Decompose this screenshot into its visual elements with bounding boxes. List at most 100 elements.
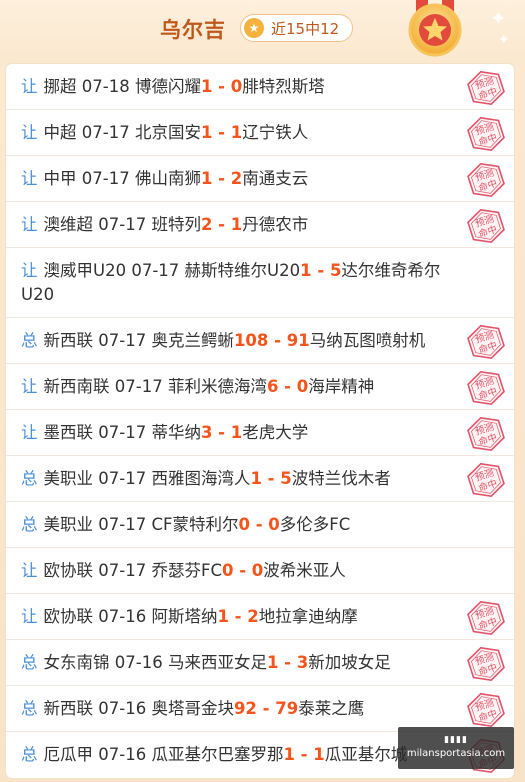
home-team: 佛山南狮 [134, 169, 201, 188]
record-badge: ★ 近15中12 [240, 14, 353, 42]
prediction-type: 让 [21, 561, 38, 580]
list-item[interactable]: 让中超 07-17 北京国安1 - 1辽宁铁人 预测 命中 [6, 110, 514, 156]
home-score: 1 [300, 261, 312, 280]
away-score: 91 [286, 331, 310, 350]
watermark: ▮▮▮▮ milansportasia.com [398, 727, 514, 769]
away-team: 老虎大学 [242, 423, 309, 442]
home-score: 108 [233, 331, 269, 350]
list-item[interactable]: 让中甲 07-17 佛山南狮1 - 2南通支云 预测 命中 [6, 156, 514, 202]
hit-stamp-icon: 预测命中 [467, 162, 505, 198]
watermark-text: milansportasia.com [406, 748, 506, 759]
home-score: 1 [250, 469, 262, 488]
prediction-type: 让 [21, 377, 38, 396]
home-team: CF蒙特利尔 [151, 515, 239, 534]
list-item[interactable]: 总美职业 07-17 CF蒙特利尔0 - 0多伦多FC [6, 502, 514, 548]
match-date: 07-16 [114, 653, 163, 672]
league-name: 欧协联 [43, 607, 94, 626]
away-score: 0 [230, 77, 243, 96]
match-date: 07-17 [98, 331, 147, 350]
hit-stamp-icon: 预测命中 [467, 116, 505, 152]
away-team: 南通支云 [242, 169, 309, 188]
list-item[interactable]: 总美职业 07-17 西雅图海湾人1 - 5波特兰伐木者 预测 命中 [6, 456, 514, 502]
match-list: 让挪超 07-18 博德闪耀1 - 0腓特烈斯塔 预测 命中让中超 07-17 北京… [6, 64, 514, 778]
home-score: 92 [233, 699, 257, 718]
list-item[interactable]: 总新西联 07-16 奥塔哥金块92 - 79泰莱之鹰 预测 命中 [6, 686, 514, 732]
score-separator: - [249, 515, 269, 534]
home-team: 赫斯特维尔U20 [184, 261, 301, 280]
hit-stamp-icon: 预测命中 [467, 462, 505, 498]
score-separator: - [228, 607, 248, 626]
home-team: 乔瑟芬FC [151, 561, 222, 580]
home-team: 奥克兰鳄蜥 [151, 331, 234, 350]
match-date: 07-17 [98, 561, 147, 580]
list-item[interactable]: 总女东南锦 07-16 马来西亚女足1 - 3新加坡女足 预测 命中 [6, 640, 514, 686]
prediction-type: 总 [21, 469, 38, 488]
league-name: 墨西联 [43, 423, 94, 442]
expert-name: 乌尔吉 [160, 18, 226, 42]
home-score: 0 [238, 515, 250, 534]
match-date: 07-17 [98, 469, 147, 488]
sparkle-icon: ✦ [498, 32, 510, 48]
hit-stamp-icon: 预测命中 [467, 692, 505, 728]
home-score: 3 [200, 423, 213, 442]
list-item[interactable]: 让欧协联 07-16 阿斯塔纳1 - 2地拉拿迪纳摩 预测 命中 [6, 594, 514, 640]
match-date: 07-17 [81, 123, 130, 142]
league-name: 美职业 [43, 469, 94, 488]
home-team: 西雅图海湾人 [151, 469, 251, 488]
league-name: 美职业 [43, 515, 94, 534]
away-score: 79 [275, 699, 299, 718]
prediction-type: 总 [21, 653, 38, 672]
league-name: 澳威甲U20 [43, 261, 127, 280]
prediction-type: 让 [21, 215, 38, 234]
league-name: 厄瓜甲 [43, 745, 94, 764]
home-score: 1 [217, 607, 229, 626]
away-team: 泰莱之鹰 [298, 699, 365, 718]
home-score: 1 [283, 745, 295, 764]
home-team: 博德闪耀 [134, 77, 201, 96]
list-item[interactable]: 让欧协联 07-17 乔瑟芬FC0 - 0波希米亚人 [6, 548, 514, 594]
list-item[interactable]: 让新西南联 07-17 菲利米德海湾6 - 0海岸精神 预测 命中 [6, 364, 514, 410]
score-separator: - [212, 123, 231, 142]
away-score: 0 [251, 561, 264, 580]
prediction-type: 总 [21, 745, 38, 764]
match-date: 07-17 [131, 261, 180, 280]
list-item[interactable]: 总新西联 07-17 奥克兰鳄蜥108 - 91马纳瓦图喷射机 预测 命中 [6, 318, 514, 364]
home-team: 北京国安 [134, 123, 201, 142]
away-score: 3 [296, 653, 309, 672]
match-date: 07-16 [98, 745, 147, 764]
away-team: 波希米亚人 [263, 561, 346, 580]
hit-stamp-icon: 预测命中 [467, 324, 505, 360]
record-text: 近15中12 [271, 20, 340, 38]
away-score: 2 [247, 607, 259, 626]
hit-stamp-icon: 预测命中 [467, 370, 505, 406]
away-score: 5 [329, 261, 342, 280]
watermark-logo: ▮▮▮▮ [444, 735, 468, 745]
league-name: 女东南锦 [43, 653, 110, 672]
home-score: 2 [200, 215, 213, 234]
away-team: 海岸精神 [308, 377, 375, 396]
score-separator: - [212, 423, 231, 442]
list-item[interactable]: 让墨西联 07-17 蒂华纳3 - 1老虎大学 预测 命中 [6, 410, 514, 456]
score-separator: - [233, 561, 252, 580]
away-score: 1 [230, 215, 243, 234]
match-date: 07-17 [98, 515, 147, 534]
score-separator: - [268, 331, 287, 350]
sparkle-icon: ✦ [490, 6, 507, 30]
star-icon: ★ [244, 18, 264, 38]
away-score: 5 [280, 469, 292, 488]
prediction-type: 让 [21, 607, 38, 626]
list-item[interactable]: 让挪超 07-18 博德闪耀1 - 0腓特烈斯塔 预测 命中 [6, 64, 514, 110]
away-team: 瓜亚基尔城 [324, 745, 408, 764]
match-date: 07-18 [81, 77, 130, 96]
home-team: 菲利米德海湾 [167, 377, 267, 396]
prediction-type: 让 [21, 123, 38, 142]
list-item[interactable]: 让澳威甲U20 07-17 赫斯特维尔U201 - 5达尔维奇希尔U20 [6, 248, 514, 318]
score-separator: - [294, 745, 314, 764]
prediction-type: 总 [21, 331, 38, 350]
home-team: 瓜亚基尔巴塞罗那 [151, 745, 284, 764]
away-score: 0 [296, 377, 309, 396]
away-score: 1 [230, 123, 243, 142]
away-team: 新加坡女足 [308, 653, 391, 672]
league-name: 挪超 [43, 77, 77, 96]
list-item[interactable]: 让澳维超 07-17 班特列2 - 1丹德农市 预测 命中 [6, 202, 514, 248]
